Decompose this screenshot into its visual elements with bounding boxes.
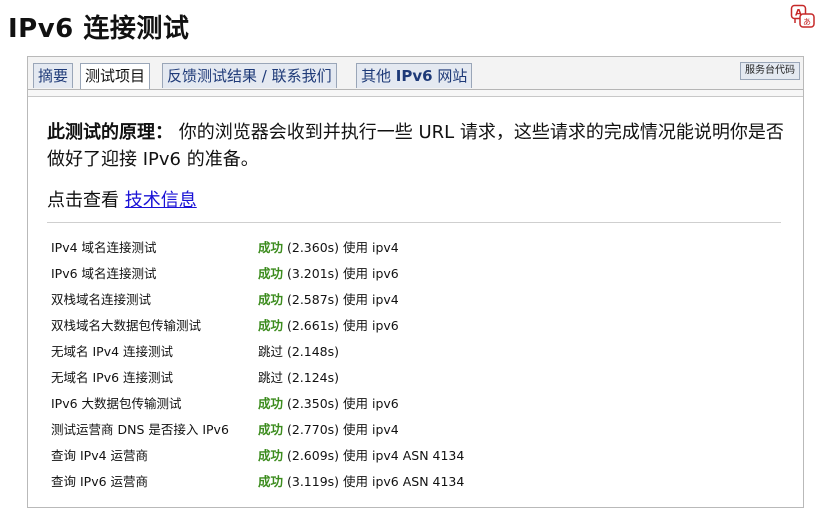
result-status: 成功 <box>258 422 284 437</box>
result-status: 成功 <box>258 266 284 281</box>
result-name: 无域名 IPv6 连接测试 <box>51 370 174 385</box>
result-status: 成功 <box>258 292 284 307</box>
result-row: 查询 IPv6 运营商 成功 (3.119s) 使用 ipv6 ASN 4134 <box>51 469 791 495</box>
result-detail: 跳过 (2.124s) <box>258 370 340 385</box>
result-detail: 跳过 (2.148s) <box>258 344 340 359</box>
result-name: 测试运营商 DNS 是否接入 IPv6 <box>51 422 229 437</box>
more-info: 点击查看 技术信息 <box>47 186 197 212</box>
result-detail: (2.360s) 使用 ipv4 <box>283 240 399 255</box>
more-info-prefix: 点击查看 <box>47 190 125 211</box>
result-status: 成功 <box>258 240 284 255</box>
result-row: IPv6 域名连接测试 成功 (3.201s) 使用 ipv6 <box>51 261 791 287</box>
tab-bar: 摘要 测试项目 反馈测试结果 / 联系我们 其他 IPv6 网站 服务台代码 <box>28 57 803 90</box>
result-detail: (2.609s) 使用 ipv4 ASN 4134 <box>283 448 465 463</box>
result-name: IPv4 域名连接测试 <box>51 240 157 255</box>
result-row: 无域名 IPv6 连接测试 跳过 (2.124s) <box>51 365 791 391</box>
svg-text:A: A <box>795 9 802 19</box>
result-detail: (3.201s) 使用 ipv6 <box>283 266 399 281</box>
page-title: IPv6 连接测试 <box>8 14 190 44</box>
tab-summary[interactable]: 摘要 <box>33 63 74 88</box>
tab-band <box>28 90 803 97</box>
result-name: IPv6 大数据包传输测试 <box>51 396 182 411</box>
translate-icon[interactable]: A あ <box>790 4 816 30</box>
tab-test-items[interactable]: 测试项目 <box>80 63 151 89</box>
tab-other-label-strong: IPv6 <box>395 67 433 85</box>
result-detail: (3.119s) 使用 ipv6 ASN 4134 <box>283 474 465 489</box>
result-row: 双栈域名大数据包传输测试 成功 (2.661s) 使用 ipv6 <box>51 313 791 339</box>
result-status: 成功 <box>258 318 284 333</box>
result-name: 双栈域名大数据包传输测试 <box>51 318 202 333</box>
result-row: 查询 IPv4 运营商 成功 (2.609s) 使用 ipv4 ASN 4134 <box>51 443 791 469</box>
results-list: IPv4 域名连接测试 成功 (2.360s) 使用 ipv4 IPv6 域名连接… <box>51 235 791 495</box>
result-detail: (2.770s) 使用 ipv4 <box>283 422 399 437</box>
tab-feedback[interactable]: 反馈测试结果 / 联系我们 <box>162 63 337 88</box>
tech-info-link[interactable]: 技术信息 <box>125 190 197 211</box>
helpdesk-code-button[interactable]: 服务台代码 <box>740 62 800 80</box>
result-detail: (2.661s) 使用 ipv6 <box>283 318 399 333</box>
divider <box>47 222 781 223</box>
result-name: 双栈域名连接测试 <box>51 292 152 307</box>
result-row: 无域名 IPv4 连接测试 跳过 (2.148s) <box>51 339 791 365</box>
result-name: 查询 IPv6 运营商 <box>51 474 149 489</box>
tab-other-label-suffix: 网站 <box>432 67 468 85</box>
tab-feedback-label: 反馈测试结果 / 联系我们 <box>167 67 332 85</box>
tab-other-label-prefix: 其他 <box>361 67 396 85</box>
result-row: 测试运营商 DNS 是否接入 IPv6 成功 (2.770s) 使用 ipv4 <box>51 417 791 443</box>
result-status: 成功 <box>258 396 284 411</box>
test-panel: 摘要 测试项目 反馈测试结果 / 联系我们 其他 IPv6 网站 服务台代码 此… <box>27 56 804 508</box>
result-detail: (2.587s) 使用 ipv4 <box>283 292 399 307</box>
tab-other-ipv6-sites[interactable]: 其他 IPv6 网站 <box>356 63 473 88</box>
tab-summary-label: 摘要 <box>38 67 69 85</box>
result-row: 双栈域名连接测试 成功 (2.587s) 使用 ipv4 <box>51 287 791 313</box>
intro-lead: 此测试的原理： <box>47 122 173 143</box>
result-name: IPv6 域名连接测试 <box>51 266 157 281</box>
intro-text: 此测试的原理： 你的浏览器会收到并执行一些 URL 请求，这些请求的完成情况能说… <box>47 119 787 173</box>
result-status: 成功 <box>258 474 284 489</box>
result-row: IPv6 大数据包传输测试 成功 (2.350s) 使用 ipv6 <box>51 391 791 417</box>
svg-text:あ: あ <box>803 18 811 27</box>
result-status: 成功 <box>258 448 284 463</box>
tab-test-items-label: 测试项目 <box>85 67 146 85</box>
result-detail: (2.350s) 使用 ipv6 <box>283 396 399 411</box>
result-row: IPv4 域名连接测试 成功 (2.360s) 使用 ipv4 <box>51 235 791 261</box>
result-name: 查询 IPv4 运营商 <box>51 448 149 463</box>
result-name: 无域名 IPv4 连接测试 <box>51 344 174 359</box>
